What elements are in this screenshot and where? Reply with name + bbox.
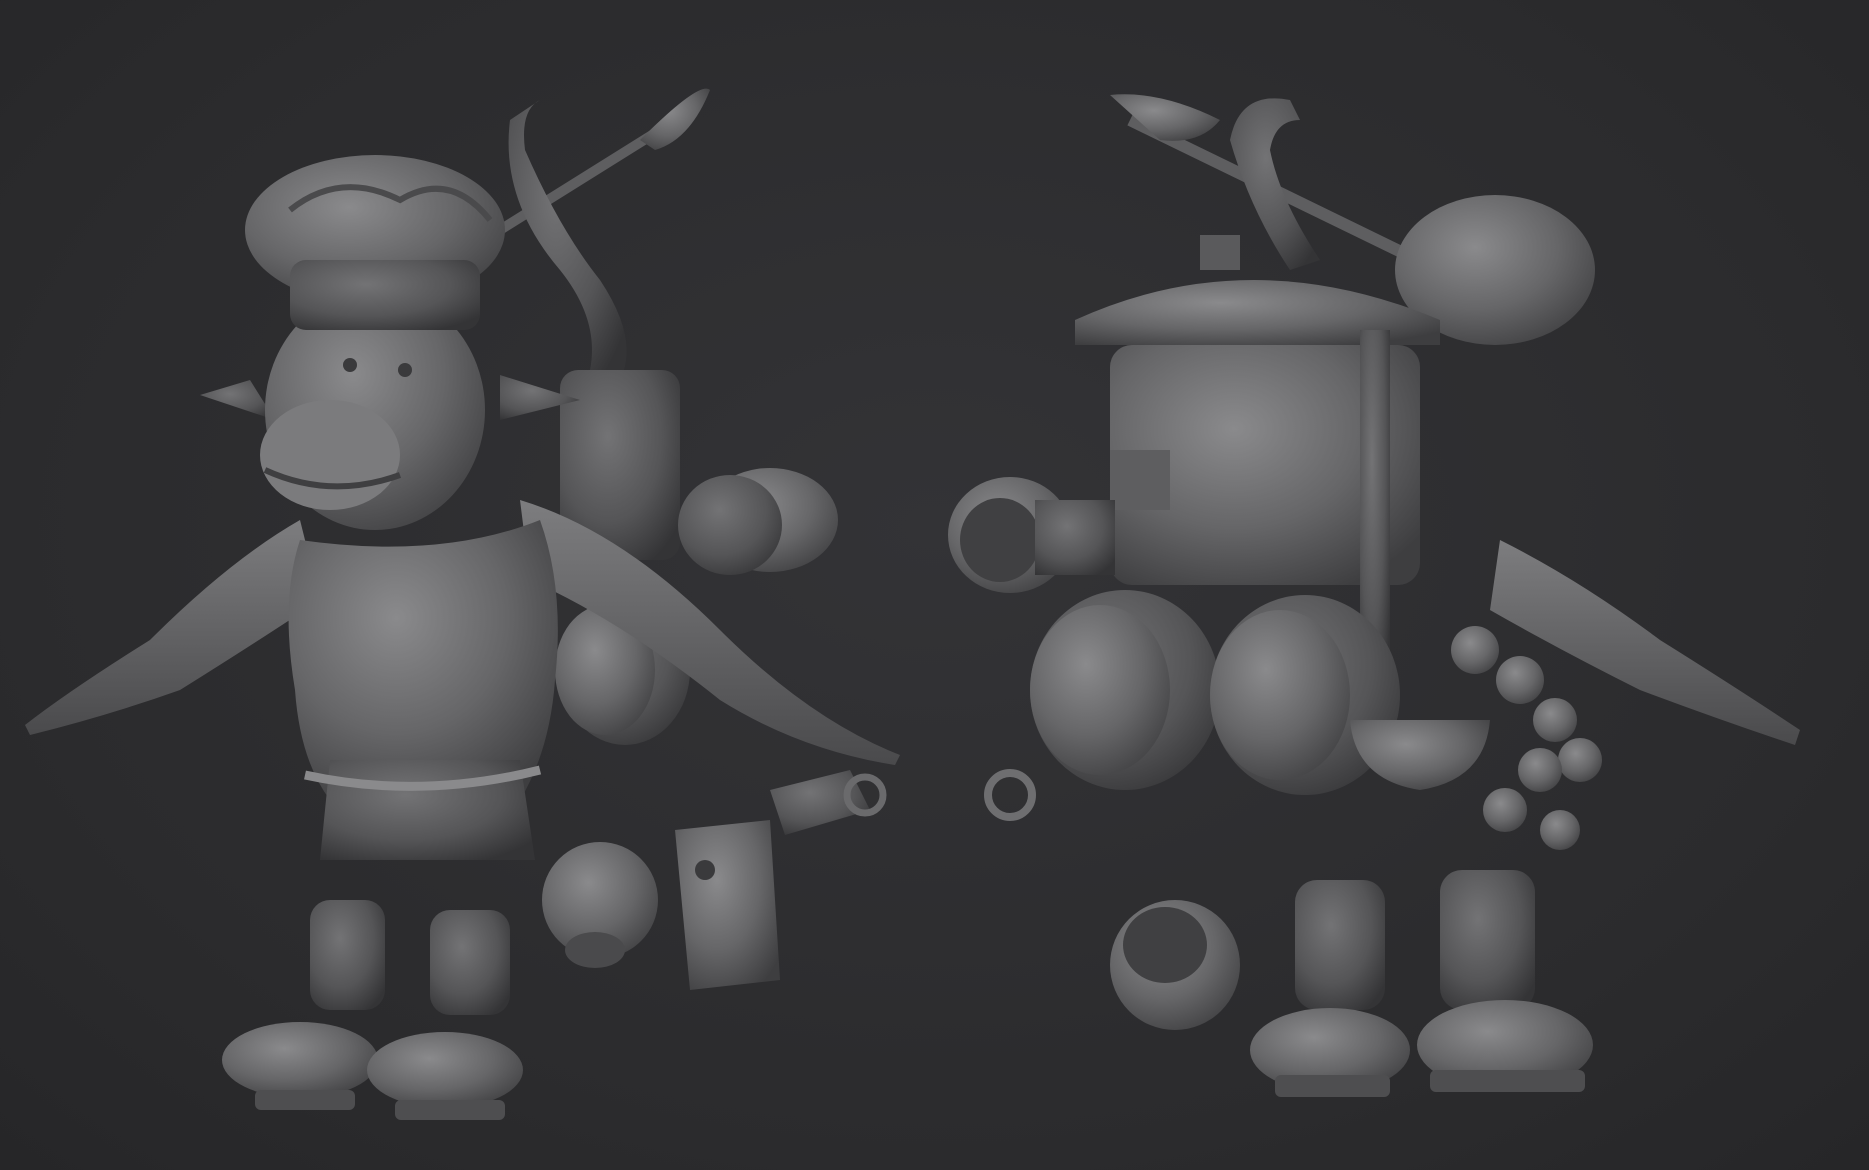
sculpt-renders — [25, 88, 1800, 1120]
back-ladle — [1350, 720, 1490, 790]
back-left-leg — [1295, 880, 1385, 1010]
back-view-model — [948, 94, 1800, 1097]
back-right-leg — [1440, 870, 1535, 1010]
render-viewport — [0, 0, 1869, 1170]
front-view-model — [25, 88, 900, 1120]
front-right-sandal — [367, 1032, 523, 1108]
front-left-arm — [25, 520, 320, 735]
front-left-leg — [310, 900, 385, 1010]
front-chef-hat — [245, 155, 505, 330]
back-barrels — [1030, 590, 1400, 795]
front-tentacle — [508, 100, 627, 380]
back-ring — [984, 769, 1036, 821]
back-tentacle — [1230, 98, 1320, 270]
front-right-leg — [430, 910, 510, 1015]
front-apron — [288, 520, 558, 800]
front-left-sandal — [222, 1022, 378, 1098]
front-cleaver — [675, 770, 887, 990]
